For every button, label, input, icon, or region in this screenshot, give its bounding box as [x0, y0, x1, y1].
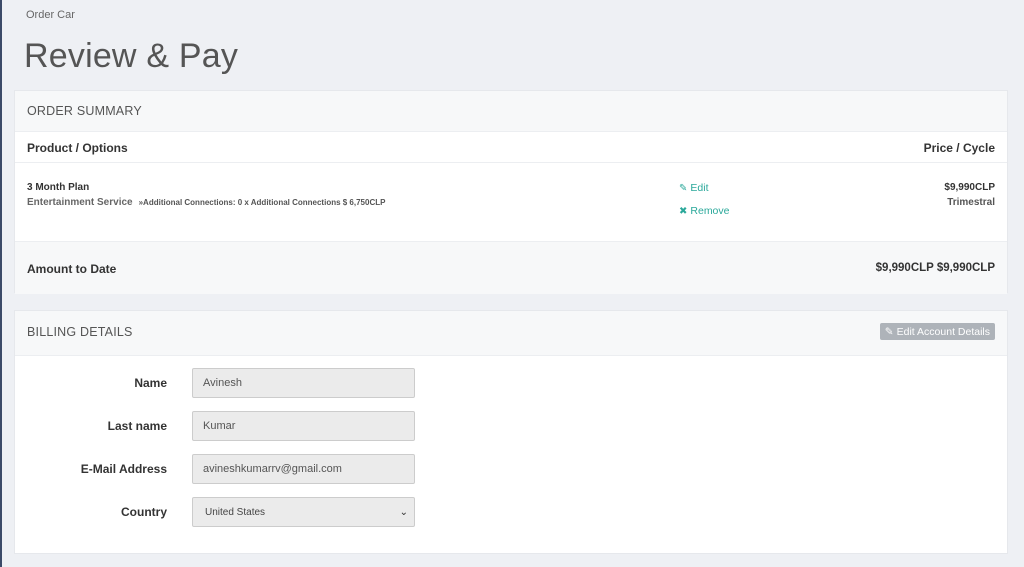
last-name-field[interactable]	[192, 411, 415, 441]
edit-square-icon: ✎	[884, 326, 894, 338]
country-row: Country United States ⌄	[15, 497, 1007, 527]
order-summary-panel: ORDER SUMMARY Product / Options Price / …	[14, 90, 1008, 294]
email-field[interactable]	[192, 454, 415, 484]
plan-name: 3 Month Plan	[27, 182, 90, 193]
country-select[interactable]: United States ⌄	[192, 497, 415, 527]
amount-to-date-row: Amount to Date $9,990CLP $9,990CLP	[15, 242, 1007, 294]
country-value: United States	[205, 506, 266, 518]
edit-label: Edit	[690, 182, 709, 194]
order-summary-title: ORDER SUMMARY	[27, 104, 142, 118]
service-line: Entertainment Service »Additional Connect…	[27, 197, 385, 208]
last-name-row: Last name	[15, 411, 1007, 441]
edit-account-details-button[interactable]: ✎ Edit Account Details	[879, 323, 995, 340]
last-name-label: Last name	[107, 419, 167, 433]
billing-details-title: BILLING DETAILS	[27, 325, 133, 339]
email-row: E-Mail Address	[15, 454, 1007, 484]
summary-column-header: Product / Options Price / Cycle	[15, 132, 1007, 163]
name-field[interactable]	[192, 368, 415, 398]
column-product: Product / Options	[27, 141, 128, 155]
item-cycle: Trimestral	[947, 197, 995, 208]
name-label: Name	[134, 376, 167, 390]
email-label: E-Mail Address	[80, 462, 167, 476]
pencil-icon: ✎	[679, 183, 688, 194]
order-summary-header: ORDER SUMMARY	[15, 91, 1007, 132]
remove-label: Remove	[690, 205, 730, 217]
name-row: Name	[15, 368, 1007, 398]
column-price: Price / Cycle	[923, 141, 995, 155]
nav-edge	[0, 0, 2, 567]
edit-item-link[interactable]: ✎ Edit	[679, 182, 708, 194]
additional-options: »Additional Connections: 0 x Additional …	[138, 198, 386, 207]
amount-label: Amount to Date	[27, 262, 117, 276]
country-label: Country	[121, 505, 167, 519]
remove-item-link[interactable]: ✖ Remove	[679, 205, 730, 217]
page-title: Review & Pay	[24, 37, 239, 75]
amount-value: $9,990CLP $9,990CLP	[875, 262, 995, 274]
chevron-down-icon: ⌄	[399, 506, 408, 518]
edit-account-label: Edit Account Details	[896, 326, 990, 338]
breadcrumb[interactable]: Order Car	[26, 9, 75, 21]
close-icon: ✖	[679, 206, 688, 217]
item-price: $9,990CLP	[944, 182, 995, 193]
billing-details-panel: BILLING DETAILS ✎ Edit Account Details Na…	[14, 310, 1008, 554]
service-name: Entertainment Service	[27, 197, 133, 208]
order-item-row: 3 Month Plan Entertainment Service »Addit…	[15, 163, 1007, 242]
billing-details-header: BILLING DETAILS ✎ Edit Account Details	[15, 311, 1007, 356]
